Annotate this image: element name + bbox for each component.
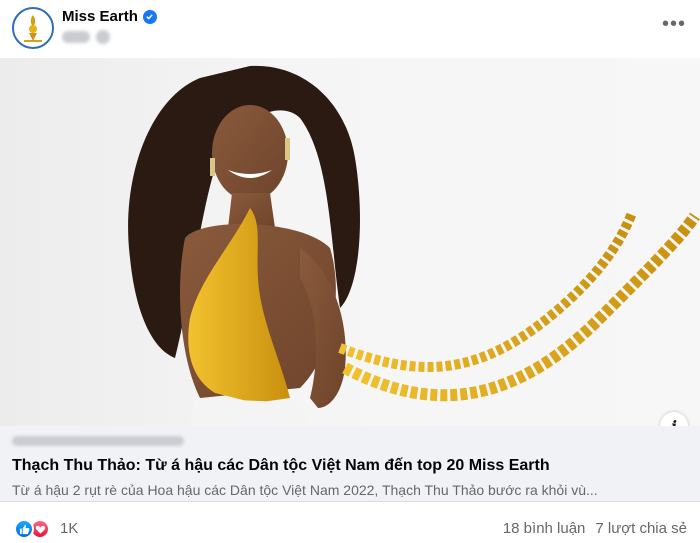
verified-badge-icon [142, 9, 157, 24]
shares-count[interactable]: 7 lượt chia sẻ [595, 520, 687, 537]
blurred-link-domain [12, 436, 184, 446]
more-options-button[interactable]: ••• [662, 12, 686, 36]
more-icon: ••• [662, 13, 687, 35]
info-icon: i [670, 416, 678, 427]
blurred-timestamp [62, 31, 90, 43]
page-name-label: Miss Earth [62, 8, 138, 25]
comments-count[interactable]: 18 bình luận [503, 520, 586, 537]
like-icon [14, 519, 34, 539]
blurred-audience-icon [96, 30, 110, 44]
reaction-count[interactable]: 1K [60, 520, 78, 537]
reaction-icons[interactable] [14, 519, 50, 539]
page-name[interactable]: Miss Earth [62, 8, 157, 25]
miss-earth-logo-icon [24, 15, 42, 42]
post-stats: 18 bình luận 7 lượt chia sẻ [503, 520, 687, 537]
link-description: Từ á hậu 2 rụt rè của Hoa hậu các Dân tộ… [12, 482, 598, 498]
link-title[interactable]: Thạch Thu Thảo: Từ á hậu các Dân tộc Việ… [12, 457, 550, 475]
reactions-bar: 1K 18 bình luận 7 lượt chia sẻ [0, 502, 700, 543]
post-meta [62, 30, 110, 44]
post-header: Miss Earth ••• [0, 0, 700, 58]
post-photo[interactable]: i [0, 58, 700, 426]
link-preview[interactable]: Thạch Thu Thảo: Từ á hậu các Dân tộc Việ… [0, 426, 700, 502]
photo-illustration [128, 65, 700, 426]
page-avatar[interactable] [12, 7, 54, 49]
